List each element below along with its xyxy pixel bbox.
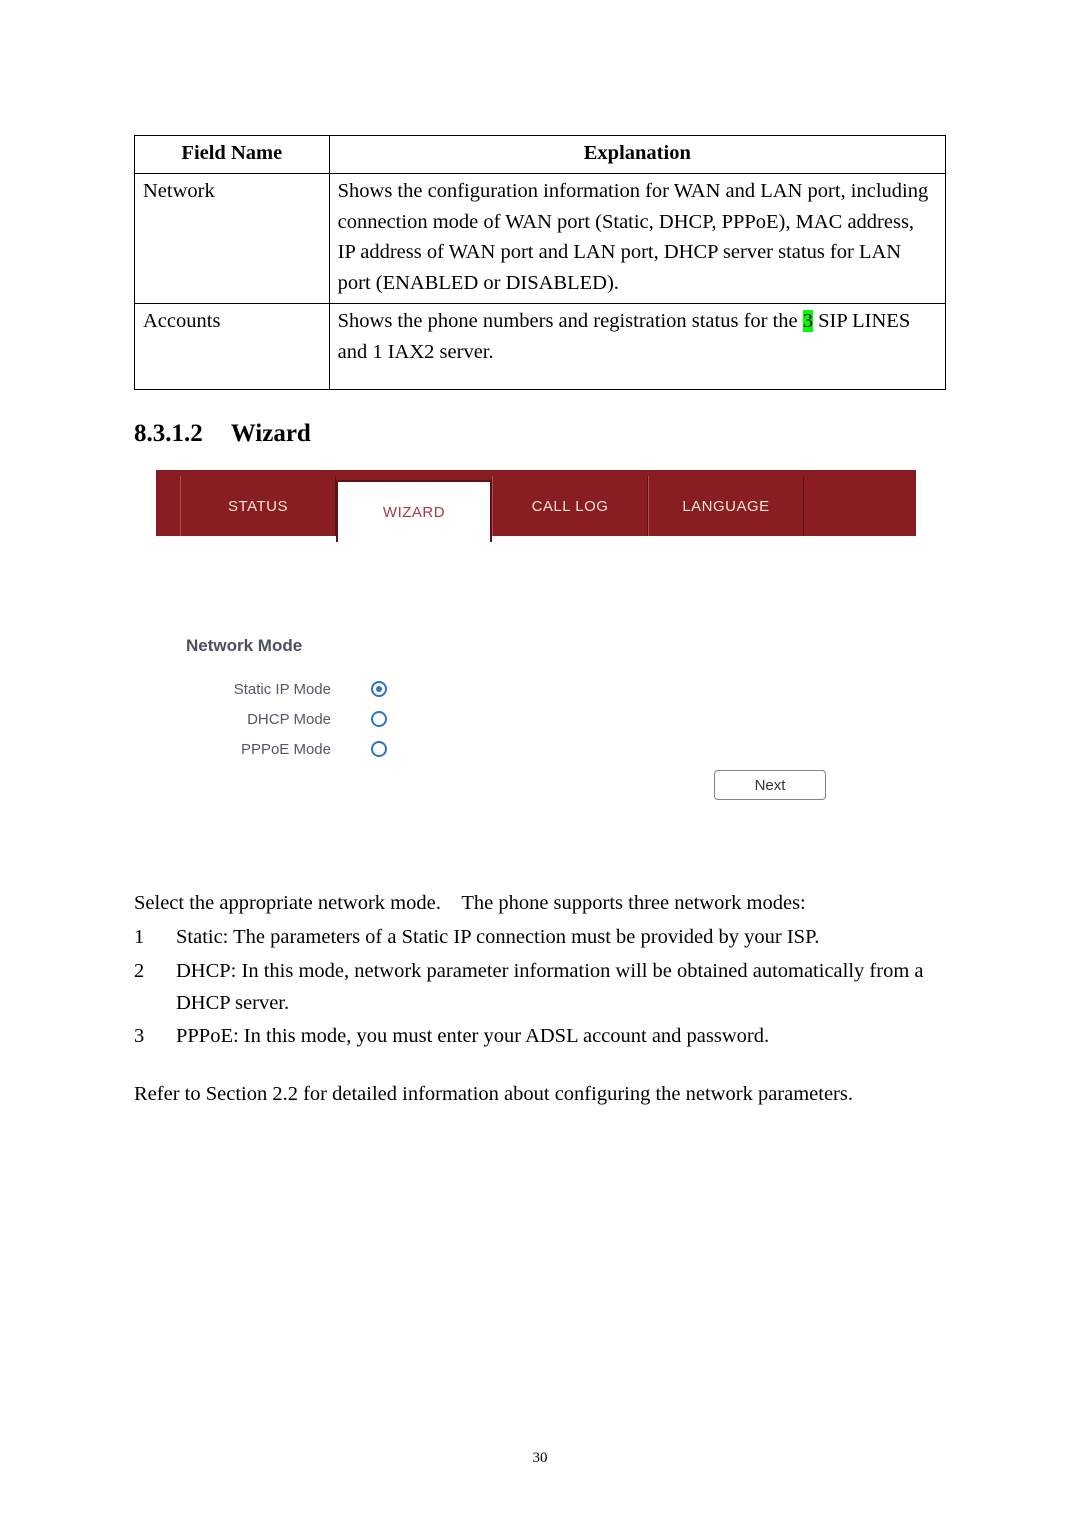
- cell-explanation: Shows the configuration information for …: [329, 173, 945, 303]
- modes-list: 1Static: The parameters of a Static IP c…: [134, 922, 946, 1053]
- list-number: 2: [134, 956, 176, 1020]
- option-row-dhcp[interactable]: DHCP Mode: [186, 704, 886, 734]
- list-number: 3: [134, 1021, 176, 1053]
- tab-label: WIZARD: [383, 504, 445, 521]
- cell-field: Accounts: [135, 303, 330, 390]
- table-row: Accounts Shows the phone numbers and reg…: [135, 303, 946, 390]
- radio-dhcp[interactable]: [371, 711, 387, 727]
- cell-explanation: Shows the phone numbers and registration…: [329, 303, 945, 390]
- table-header-field: Field Name: [135, 136, 330, 174]
- tab-status[interactable]: STATUS: [180, 476, 336, 536]
- tab-bar: STATUS WIZARD CALL LOG LANGUAGE: [156, 476, 916, 536]
- section-title: Wizard: [231, 420, 311, 447]
- list-text: DHCP: In this mode, network parameter in…: [176, 956, 946, 1020]
- tab-call-log[interactable]: CALL LOG: [492, 476, 648, 536]
- reference-paragraph: Refer to Section 2.2 for detailed inform…: [134, 1079, 946, 1111]
- option-row-pppoe[interactable]: PPPoE Mode: [186, 734, 886, 764]
- option-label: PPPoE Mode: [186, 741, 371, 758]
- option-label: Static IP Mode: [186, 681, 371, 698]
- table-row: Network Shows the configuration informat…: [135, 173, 946, 303]
- list-item: 1Static: The parameters of a Static IP c…: [134, 922, 946, 954]
- list-text: Static: The parameters of a Static IP co…: [176, 922, 819, 954]
- cell-field: Network: [135, 173, 330, 303]
- next-button[interactable]: Next: [714, 770, 826, 800]
- list-number: 1: [134, 922, 176, 954]
- field-explanation-table: Field Name Explanation Network Shows the…: [134, 135, 946, 390]
- tab-label: STATUS: [228, 498, 288, 515]
- tab-wizard[interactable]: WIZARD: [336, 480, 492, 542]
- intro-paragraph: Select the appropriate network mode. The…: [134, 888, 946, 920]
- table-header-explanation: Explanation: [329, 136, 945, 174]
- list-item: 3PPPoE: In this mode, you must enter you…: [134, 1021, 946, 1053]
- radio-static-ip[interactable]: [371, 681, 387, 697]
- tab-label: LANGUAGE: [682, 498, 769, 515]
- section-number: 8.3.1.2: [134, 420, 203, 448]
- list-text: PPPoE: In this mode, you must enter your…: [176, 1021, 769, 1053]
- tab-label: CALL LOG: [532, 498, 609, 515]
- highlighted-number: 3: [803, 310, 813, 332]
- option-label: DHCP Mode: [186, 711, 371, 728]
- section-heading: 8.3.1.2 Wizard: [134, 420, 946, 448]
- cell-text: Shows the phone numbers and registration…: [338, 310, 803, 332]
- list-item: 2DHCP: In this mode, network parameter i…: [134, 956, 946, 1020]
- network-mode-heading: Network Mode: [186, 636, 886, 656]
- tab-language[interactable]: LANGUAGE: [648, 476, 804, 536]
- radio-pppoe[interactable]: [371, 741, 387, 757]
- option-row-static[interactable]: Static IP Mode: [186, 674, 886, 704]
- page-number: 30: [0, 1450, 1080, 1467]
- wizard-screenshot: STATUS WIZARD CALL LOG LANGUAGE Network …: [156, 470, 916, 828]
